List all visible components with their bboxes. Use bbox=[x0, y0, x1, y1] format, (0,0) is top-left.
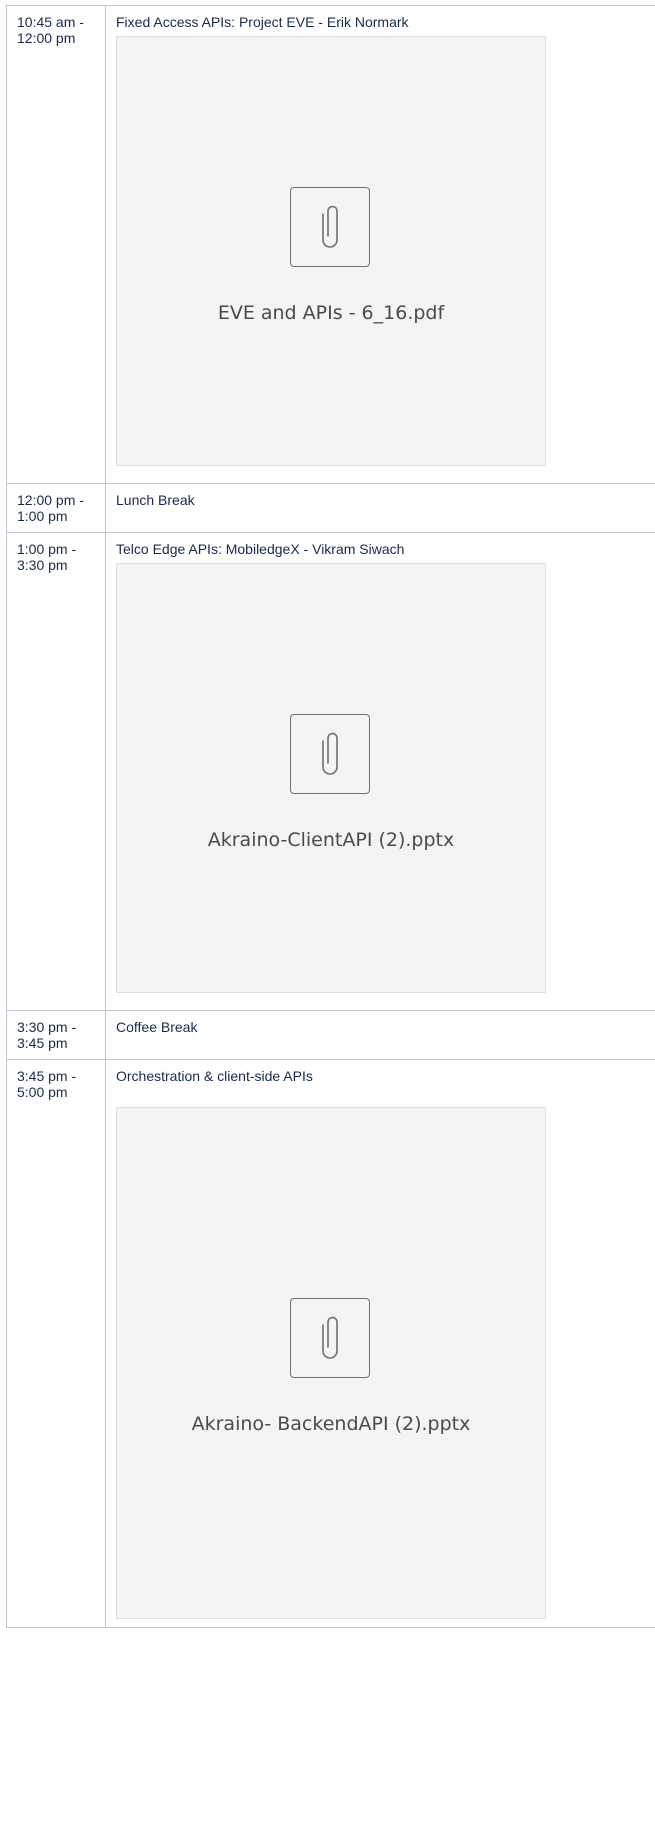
time-cell: 1:00 pm - 3:30 pm bbox=[6, 532, 106, 1011]
table-row: 3:45 pm - 5:00 pm Orchestration & client… bbox=[6, 1059, 655, 1628]
attachment-filename[interactable]: EVE and APIs - 6_16.pdf bbox=[117, 304, 545, 323]
time-cell: 3:30 pm - 3:45 pm bbox=[6, 1010, 106, 1060]
attachment-preview[interactable]: Akraino- BackendAPI (2).pptx bbox=[116, 1107, 546, 1619]
session-title: Fixed Access APIs: Project EVE - Erik No… bbox=[116, 14, 409, 30]
time-cell: 12:00 pm - 1:00 pm bbox=[6, 483, 106, 533]
table-row: 1:00 pm - 3:30 pm Telco Edge APIs: Mobil… bbox=[6, 532, 655, 1011]
attachment-filename[interactable]: Akraino- BackendAPI (2).pptx bbox=[117, 1415, 545, 1434]
time-cell: 3:45 pm - 5:00 pm bbox=[6, 1059, 106, 1628]
session-cell: Telco Edge APIs: MobiledgeX - Vikram Siw… bbox=[105, 532, 655, 1011]
session-cell: Coffee Break bbox=[105, 1010, 655, 1060]
session-cell: Fixed Access APIs: Project EVE - Erik No… bbox=[105, 5, 655, 484]
session-cell: Lunch Break bbox=[105, 483, 655, 533]
paperclip-icon bbox=[290, 714, 370, 794]
table-row: 3:30 pm - 3:45 pm Coffee Break bbox=[6, 1010, 655, 1060]
attachment-preview[interactable]: EVE and APIs - 6_16.pdf bbox=[116, 36, 546, 466]
table-row: 12:00 pm - 1:00 pm Lunch Break bbox=[6, 483, 655, 533]
attachment-preview[interactable]: Akraino-ClientAPI (2).pptx bbox=[116, 563, 546, 993]
session-cell: Orchestration & client-side APIs Akraino… bbox=[105, 1059, 655, 1628]
table-row: 10:45 am - 12:00 pm Fixed Access APIs: P… bbox=[6, 5, 655, 484]
agenda-table: 10:45 am - 12:00 pm Fixed Access APIs: P… bbox=[6, 5, 655, 1628]
paperclip-icon bbox=[290, 187, 370, 267]
session-title: Orchestration & client-side APIs bbox=[116, 1068, 313, 1084]
paperclip-icon bbox=[290, 1298, 370, 1378]
time-cell: 10:45 am - 12:00 pm bbox=[6, 5, 106, 484]
session-title: Telco Edge APIs: MobiledgeX - Vikram Siw… bbox=[116, 541, 405, 557]
attachment-filename[interactable]: Akraino-ClientAPI (2).pptx bbox=[117, 831, 545, 850]
